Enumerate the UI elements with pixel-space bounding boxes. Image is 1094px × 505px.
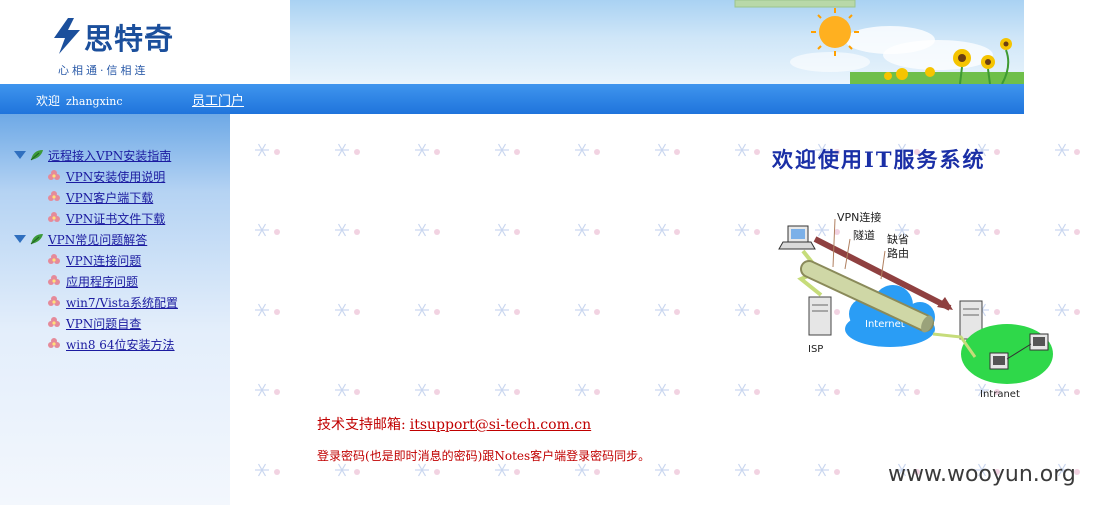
tree-item-vpn-install-guide[interactable]: VPN安装使用说明 (47, 167, 165, 185)
password-note: 登录密码(也是即时消息的密码)跟Notes客户端登录密码同步。 (317, 449, 651, 463)
tree-item-vpn-client-download[interactable]: VPN客户端下载 (47, 188, 153, 206)
tree-item-label[interactable]: VPN证书文件下载 (66, 210, 165, 227)
tree-item-label[interactable]: VPN连接问题 (66, 252, 141, 269)
welcome-text: 欢迎 zhangxinc (36, 92, 123, 109)
employee-portal-link[interactable]: 员工门户 (192, 90, 244, 109)
tree-group-vpn-faq[interactable]: VPN常见问题解答 (14, 230, 147, 248)
tree-item-win7-config[interactable]: win7/Vista系统配置 (47, 293, 178, 311)
leaf-folder-icon (30, 234, 43, 245)
tree-item-label[interactable]: win7/Vista系统配置 (66, 294, 178, 311)
tree-item-label[interactable]: win8 64位安装方法 (66, 336, 175, 353)
vpn-connection-label: VPN连接 (837, 211, 881, 224)
tunnel-label: 隧道 (853, 228, 875, 242)
flower-bullet-icon (48, 338, 60, 348)
expand-arrow-icon[interactable] (14, 235, 26, 243)
flower-bullet-icon (48, 317, 60, 327)
watermark: www.wooyun.org (888, 462, 1076, 487)
company-logo: 思特奇 心相通·信相连 (50, 14, 190, 77)
flower-bullet-icon (48, 296, 60, 306)
sidebar-tree: 远程接入VPN安装指南 VPN安装使用说明 VPN客户端下载 VPN证书文件下载… (0, 114, 230, 505)
flower-bullet-icon (48, 275, 60, 285)
top-nav-bar: 欢迎 zhangxinc 员工门户 (0, 84, 1024, 114)
intranet-label: Intranet (980, 389, 1020, 400)
flower-bullet-icon (48, 212, 60, 222)
tree-item-label[interactable]: VPN客户端下载 (66, 189, 153, 206)
username: zhangxinc (66, 95, 123, 108)
tree-group-label[interactable]: VPN常见问题解答 (48, 231, 147, 248)
support-email-line: 技术支持邮箱: itsupport@si-tech.com.cn (317, 414, 591, 434)
support-email-link[interactable]: itsupport@si-tech.com.cn (410, 417, 591, 433)
tree-item-vpn-self-check[interactable]: VPN问题自查 (47, 314, 141, 332)
isp-server-icon (808, 296, 832, 336)
vpn-network-diagram: ISP Internet VPN连接 隧道 缺省 路由 Intranet (778, 211, 1053, 400)
default-route-label-2: 路由 (887, 246, 909, 260)
header-banner (290, 0, 1024, 84)
default-route-label-1: 缺省 (887, 232, 909, 246)
welcome-label: 欢迎 (36, 94, 61, 108)
tree-item-label[interactable]: VPN安装使用说明 (66, 168, 165, 185)
tree-group-label[interactable]: 远程接入VPN安装指南 (48, 147, 171, 164)
tree-item-vpn-connection[interactable]: VPN连接问题 (47, 251, 141, 269)
tree-item-label[interactable]: VPN问题自查 (66, 315, 141, 332)
tree-item-win8-install[interactable]: win8 64位安装方法 (47, 335, 175, 353)
expand-arrow-icon[interactable] (14, 151, 26, 159)
tree-group-vpn-guide[interactable]: 远程接入VPN安装指南 (14, 146, 171, 164)
flower-bullet-icon (48, 191, 60, 201)
flower-bullet-icon (48, 170, 60, 180)
logo-name: 思特奇 (84, 22, 175, 56)
logo-mark-icon (54, 18, 80, 54)
page-title: 欢迎使用IT服务系统 (772, 147, 986, 172)
logo-slogan: 心相通·信相连 (58, 64, 149, 77)
tree-item-app-issues[interactable]: 应用程序问题 (47, 272, 138, 290)
support-label: 技术支持邮箱: (317, 417, 406, 433)
leaf-folder-icon (30, 150, 43, 161)
isp-label: ISP (808, 344, 823, 355)
flower-bullet-icon (48, 254, 60, 264)
tree-item-vpn-cert-download[interactable]: VPN证书文件下载 (47, 209, 165, 227)
header: 思特奇 心相通·信相连 (0, 0, 1024, 84)
laptop-icon (778, 225, 816, 250)
main-content: 欢迎使用IT服务系统 ISP Internet VPN连接 隧道 缺省 路由 I… (230, 114, 1094, 505)
tree-item-label[interactable]: 应用程序问题 (66, 273, 138, 290)
